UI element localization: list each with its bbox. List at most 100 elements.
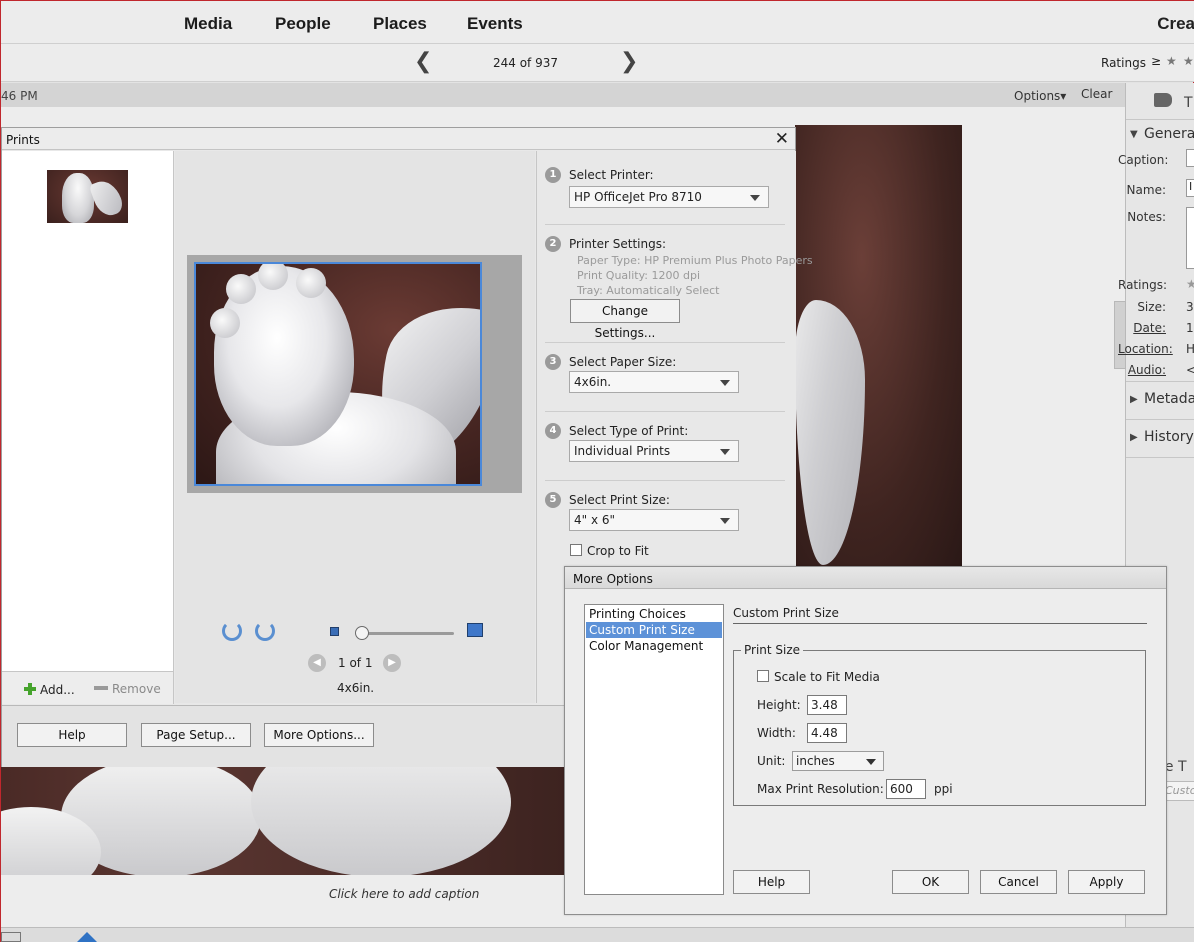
status-bar [1, 927, 1194, 942]
zoom-in-icon[interactable] [467, 623, 483, 637]
next-arrow-icon[interactable]: ❯ [620, 51, 638, 73]
options-menu[interactable]: Options▾ [1014, 89, 1066, 103]
angel-wing-image [795, 300, 865, 565]
max-resolution-label: Max Print Resolution: [757, 782, 884, 796]
notes-input[interactable] [1186, 207, 1194, 269]
crop-to-fit-label: Crop to Fit [587, 544, 649, 558]
star-icon[interactable]: ★ [1166, 54, 1177, 68]
print-type-select-value: Individual Prints [574, 444, 671, 458]
rating-star-icon[interactable]: ★ [1186, 277, 1194, 291]
max-resolution-input[interactable]: 600 [886, 779, 926, 799]
expand-triangle-icon[interactable]: ▼ [1130, 129, 1138, 140]
step-title: Printer Settings: [569, 237, 666, 251]
audio-link[interactable]: Audio: [1118, 363, 1178, 377]
remove-button[interactable]: Remove [94, 682, 161, 696]
section-title: Custom Print Size [733, 606, 839, 620]
list-item-custom-print-size[interactable]: Custom Print Size [586, 622, 722, 638]
star-icon[interactable]: ★ [1183, 54, 1194, 68]
print-size-select[interactable]: 4" x 6" [569, 509, 739, 531]
print-quality-info: Print Quality: 1200 dpi [577, 269, 701, 282]
chevron-down-icon [866, 759, 876, 765]
general-section-header[interactable]: General [1144, 126, 1194, 142]
dialog-title: More Options [573, 572, 653, 586]
close-icon[interactable]: ✕ [775, 129, 789, 149]
photo-thumbnail[interactable] [47, 170, 128, 223]
scale-to-fit-checkbox[interactable] [757, 670, 769, 682]
caption-input[interactable] [1186, 149, 1194, 167]
cancel-button[interactable]: Cancel [980, 870, 1057, 894]
help-button[interactable]: Help [17, 723, 127, 747]
more-options-button[interactable]: More Options... [264, 723, 374, 747]
add-caption-hint[interactable]: Click here to add caption [329, 887, 479, 901]
ratings-label: Ratings: [1118, 278, 1167, 292]
list-item-printing-choices[interactable]: Printing Choices [586, 606, 722, 622]
divider [1126, 119, 1194, 120]
print-type-select[interactable]: Individual Prints [569, 440, 739, 462]
location-link[interactable]: Location: [1118, 342, 1178, 356]
divider [733, 623, 1147, 624]
next-page-icon[interactable]: ▶ [383, 654, 401, 672]
chevron-down-icon [750, 195, 760, 201]
rotate-left-icon[interactable] [222, 621, 242, 641]
collapse-triangle-icon[interactable]: ▶ [1130, 432, 1138, 443]
ratings-operator[interactable]: ≥ [1151, 54, 1161, 68]
create-button[interactable]: Crea [1157, 14, 1194, 34]
step-title: Select Paper Size: [569, 355, 677, 369]
pager-bar: ❮ 244 of 937 ❯ Ratings ≥ ★ ★ [1, 44, 1194, 82]
rotate-right-icon[interactable] [255, 621, 275, 641]
printer-select-value: HP OfficeJet Pro 8710 [574, 190, 702, 204]
printer-select[interactable]: HP OfficeJet Pro 8710 [569, 186, 769, 208]
add-button[interactable]: Add... [24, 682, 75, 697]
page-setup-button[interactable]: Page Setup... [141, 723, 251, 747]
height-label: Height: [757, 698, 801, 712]
ppi-unit-label: ppi [934, 782, 953, 796]
wing-thumbnail-image [88, 176, 126, 220]
help-button[interactable]: Help [733, 870, 810, 894]
chevron-down-icon [720, 380, 730, 386]
hair-curl-image [296, 268, 326, 298]
panel-toggle-icon[interactable] [1, 932, 21, 942]
tab-events[interactable]: Events [467, 14, 523, 34]
prints-titlebar: Prints ✕ [2, 128, 795, 150]
name-input[interactable]: I [1186, 179, 1194, 197]
preview-photo[interactable] [194, 262, 482, 486]
height-input[interactable]: 3.48 [807, 695, 847, 715]
list-item-color-management[interactable]: Color Management [586, 638, 722, 654]
paper-size-select[interactable]: 4x6in. [569, 371, 739, 393]
add-label: Add... [40, 683, 75, 697]
tab-people[interactable]: People [275, 14, 331, 34]
page-counter: 1 of 1 [338, 656, 373, 670]
up-triangle-icon[interactable] [77, 932, 97, 942]
previous-arrow-icon[interactable]: ❮ [414, 51, 432, 73]
previous-page-icon[interactable]: ◀ [308, 654, 326, 672]
print-preview: ◀ 1 of 1 ▶ 4x6in. [175, 151, 535, 703]
unit-select[interactable]: inches [792, 751, 884, 771]
paper-size-caption: 4x6in. [337, 681, 375, 695]
history-section-header[interactable]: History [1144, 429, 1194, 445]
tag-icon[interactable] [1154, 93, 1172, 107]
step-number-badge: 4 [545, 423, 561, 439]
change-settings-button[interactable]: Change Settings... [570, 299, 680, 340]
date-link[interactable]: Date: [1118, 321, 1178, 335]
width-input[interactable]: 4.48 [807, 723, 847, 743]
zoom-slider-track[interactable] [356, 632, 454, 635]
collapse-triangle-icon[interactable]: ▶ [1130, 394, 1138, 405]
zoom-out-icon[interactable] [330, 627, 339, 636]
size-value: 3 [1186, 300, 1194, 314]
apply-button[interactable]: Apply [1068, 870, 1145, 894]
caption-label: Caption: [1118, 153, 1169, 167]
remove-label: Remove [112, 682, 161, 696]
zoom-slider-handle[interactable] [355, 626, 369, 640]
divider [1126, 381, 1194, 382]
tab-media[interactable]: Media [184, 14, 232, 34]
metadata-section-header[interactable]: Metada [1144, 391, 1194, 407]
dialog-title: Prints [6, 133, 40, 147]
tab-places[interactable]: Places [373, 14, 427, 34]
top-nav-bar: Media People Places Events Crea [1, 1, 1194, 44]
step-number-badge: 3 [545, 354, 561, 370]
divider [545, 342, 785, 343]
clear-button[interactable]: Clear [1081, 87, 1112, 101]
plus-icon [24, 683, 36, 695]
ok-button[interactable]: OK [892, 870, 969, 894]
crop-to-fit-checkbox[interactable] [570, 544, 582, 556]
